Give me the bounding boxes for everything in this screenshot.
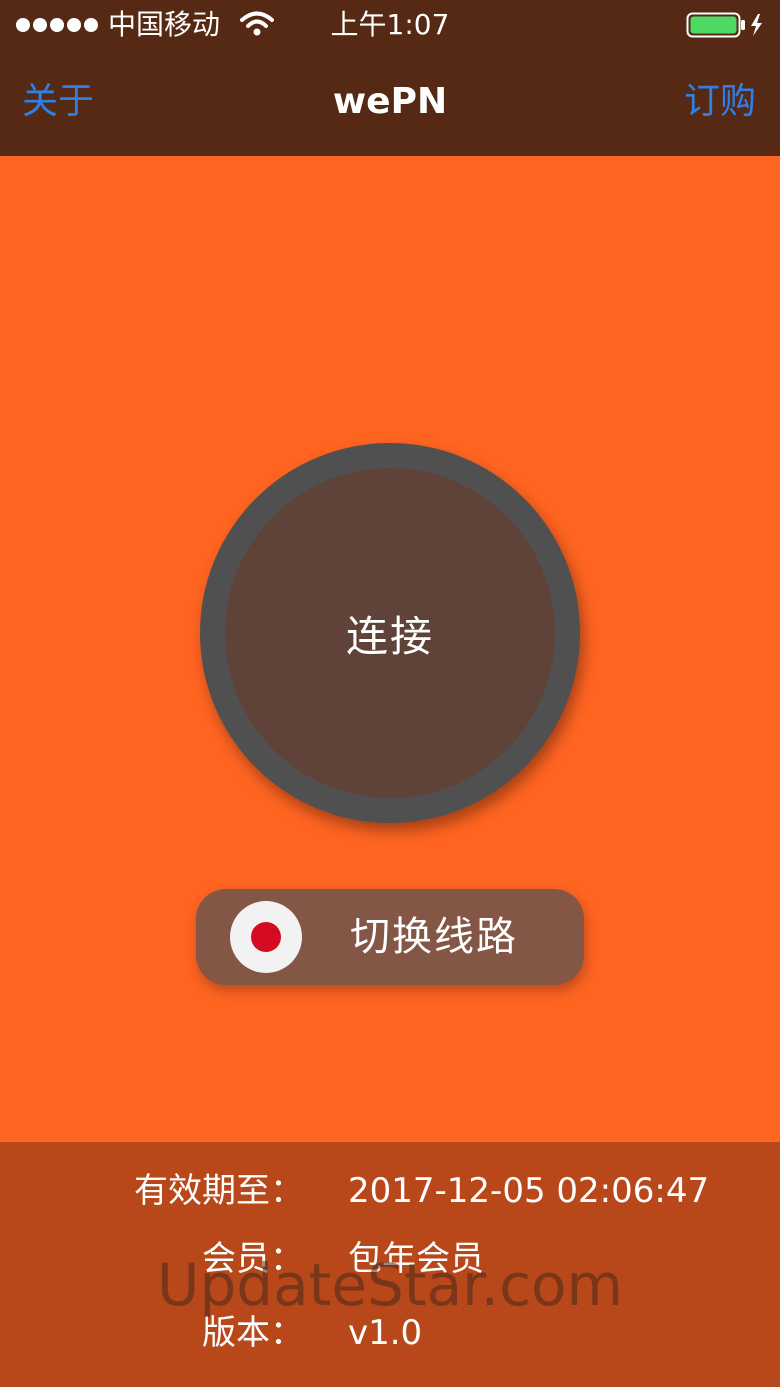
switch-line-button[interactable]: 切换线路 — [196, 889, 584, 985]
version-value: v1.0 — [348, 1313, 423, 1353]
connect-button-face: 连接 — [225, 468, 555, 798]
top-bar: 中国移动 上午1:07 关于 wePN 订购 — [0, 0, 780, 156]
connect-button[interactable]: 连接 — [200, 443, 580, 823]
status-time: 上午1:07 — [330, 8, 450, 41]
japan-flag-icon — [230, 901, 302, 973]
expiry-label: 有效期至： — [134, 1171, 304, 1211]
member-row: 会员： 包年会员 — [0, 1234, 780, 1284]
expiry-row: 有效期至： 2017-12-05 02:06:47 — [0, 1166, 780, 1216]
account-info-panel: 有效期至： 2017-12-05 02:06:47 会员： 包年会员 版本： v… — [0, 1142, 780, 1387]
version-row: 版本： v1.0 — [0, 1308, 780, 1358]
member-label: 会员： — [202, 1239, 304, 1279]
nav-bar: 关于 wePN 订购 — [0, 56, 780, 152]
subscribe-button[interactable]: 订购 — [684, 78, 756, 126]
connect-label: 连接 — [345, 611, 434, 661]
version-label: 版本： — [202, 1313, 304, 1353]
about-button[interactable]: 关于 — [22, 78, 94, 126]
status-bar: 中国移动 上午1:07 — [0, 0, 780, 50]
app-title: wePN — [332, 81, 448, 122]
switch-line-label: 切换线路 — [350, 914, 518, 960]
member-value: 包年会员 — [348, 1239, 484, 1279]
app-screen: 中国移动 上午1:07 关于 wePN 订购 连接 切换线路 有效期至： 201… — [0, 0, 780, 1387]
battery-charging-icon — [686, 12, 762, 38]
expiry-value: 2017-12-05 02:06:47 — [348, 1171, 710, 1211]
